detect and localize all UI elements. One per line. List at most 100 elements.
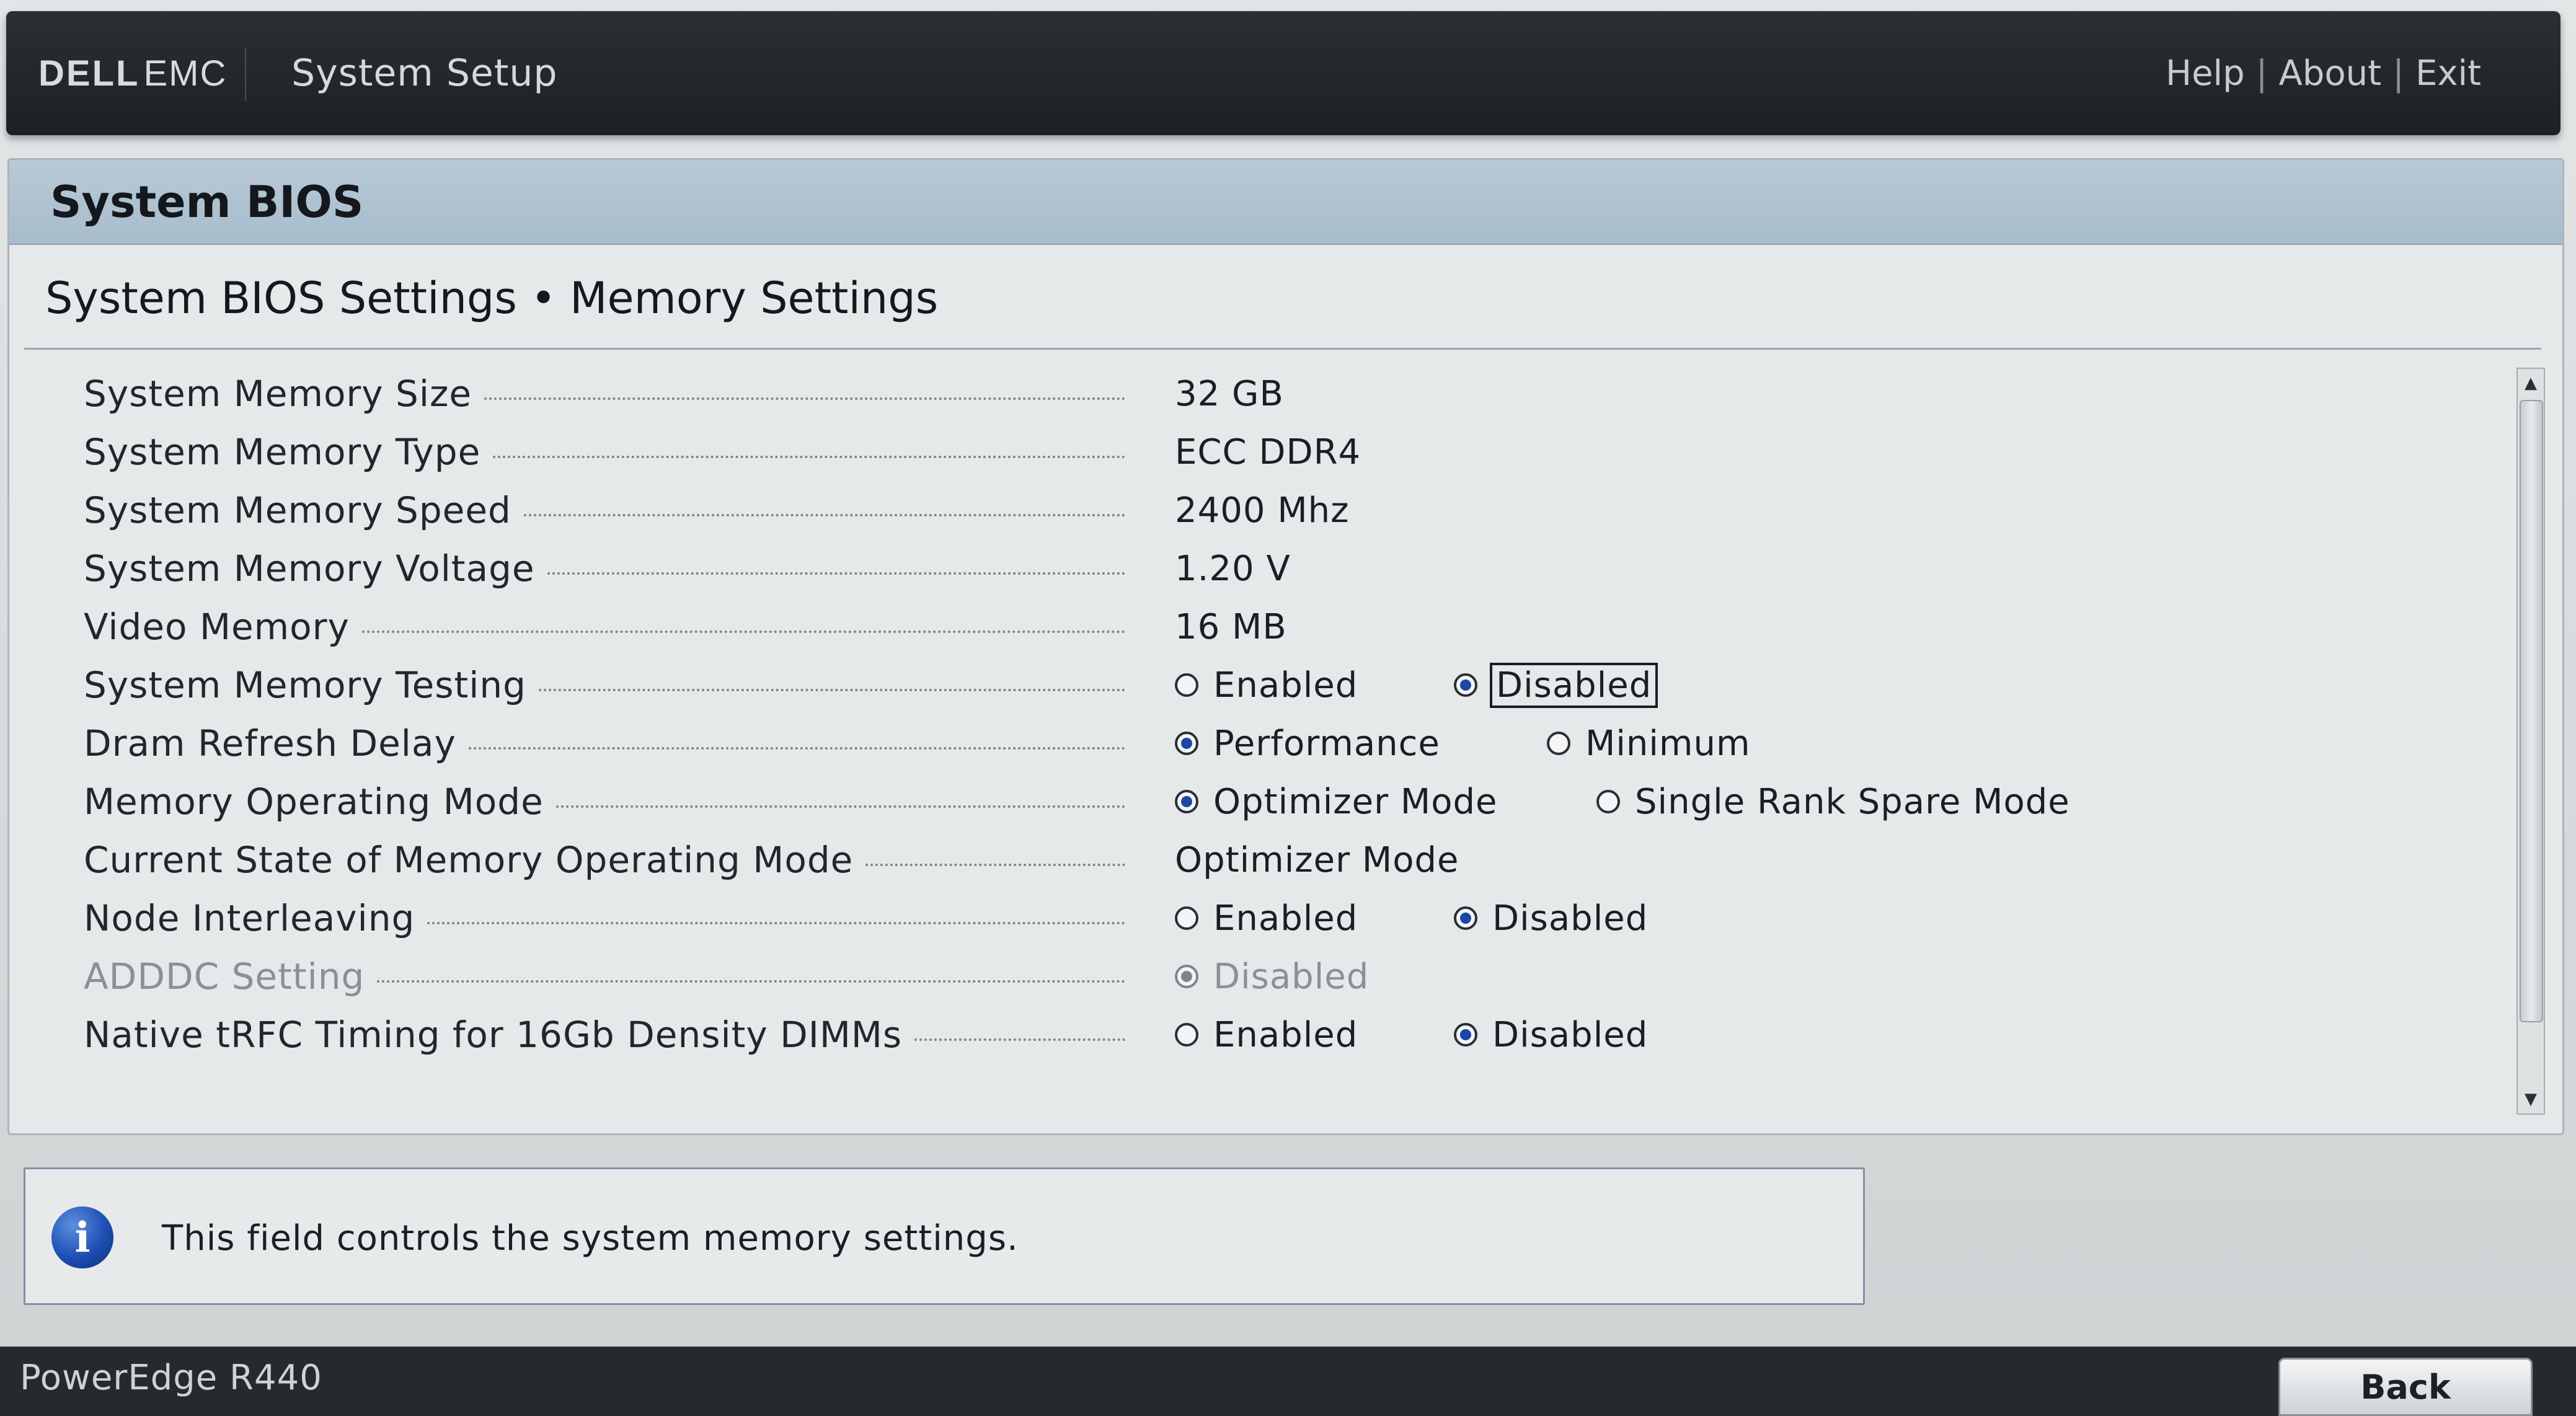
dotted-leader — [555, 805, 1125, 808]
dotted-leader — [377, 980, 1125, 983]
radio-label: Enabled — [1213, 1014, 1358, 1055]
setting-label-wrap: Dram Refresh Delay — [84, 714, 1125, 772]
setting-label: System Memory Type — [84, 431, 481, 473]
setting-row-video-memory: Video Memory 16 MB — [9, 598, 2526, 656]
dotted-leader — [538, 689, 1125, 691]
radio-label: Optimizer Mode — [1213, 781, 1498, 822]
radio-selected-icon[interactable] — [1175, 732, 1198, 755]
setting-value: ECC DDR4 — [1175, 431, 1361, 472]
exit-link[interactable]: Exit — [2404, 53, 2492, 94]
setting-label-wrap: System Memory Type — [84, 423, 1125, 481]
setting-label-wrap: System Memory Testing — [84, 656, 1125, 714]
setting-label: ADDDC Setting — [84, 955, 365, 998]
scroll-thumb[interactable] — [2520, 400, 2543, 1022]
server-model: PowerEdge R440 — [20, 1357, 322, 1398]
setting-value: 2400 Mhz — [1175, 490, 1350, 531]
radio-selected-icon[interactable] — [1454, 673, 1477, 697]
radio-unselected-icon[interactable] — [1596, 790, 1620, 813]
settings-scrollbar[interactable]: ▲ ▼ — [2516, 368, 2545, 1115]
back-button[interactable]: Back — [2278, 1358, 2533, 1416]
setting-row-memory-voltage: System Memory Voltage 1.20 V — [9, 539, 2526, 598]
radio-unselected-icon[interactable] — [1175, 673, 1198, 697]
system-setup-screen: DELL EMC System Setup Help | About | Exit… — [0, 0, 2576, 1416]
dotted-leader — [427, 922, 1125, 924]
breadcrumb: System BIOS Settings • Memory Settings — [45, 273, 938, 324]
radio-label: Minimum — [1585, 723, 1751, 764]
breadcrumb-bullet: • — [530, 273, 557, 324]
radio-optimizer-mode[interactable]: Optimizer Mode — [1175, 782, 1498, 822]
logo-emc: EMC — [143, 53, 228, 94]
setting-row-memory-type: System Memory Type ECC DDR4 — [9, 423, 2526, 481]
logo-dell: DELL — [38, 53, 140, 94]
setting-row-dram-refresh-delay: Dram Refresh Delay Performance Minimum — [9, 714, 2526, 772]
app-title: System Setup — [291, 51, 558, 95]
info-icon: i — [51, 1206, 113, 1268]
setting-label-wrap: ADDDC Setting — [84, 947, 1125, 1006]
setting-value: 1.20 V — [1175, 548, 1291, 589]
dotted-leader — [523, 514, 1125, 516]
help-info-box: i This field controls the system memory … — [24, 1167, 1865, 1305]
radio-performance[interactable]: Performance — [1175, 723, 1440, 764]
radio-disabled[interactable]: Disabled — [1454, 662, 1658, 708]
breadcrumb-divider — [24, 348, 2541, 350]
panel-header: System BIOS — [9, 160, 2562, 245]
about-link[interactable]: About — [2268, 53, 2393, 94]
setting-value: Optimizer Mode — [1175, 839, 1459, 880]
setting-row-native-trfc: Native tRFC Timing for 16Gb Density DIMM… — [9, 1006, 2526, 1064]
setting-row-memory-operating-mode: Memory Operating Mode Optimizer Mode Sin… — [9, 772, 2526, 831]
setting-label: System Memory Size — [84, 373, 472, 415]
radio-selected-icon[interactable] — [1175, 790, 1198, 813]
help-link[interactable]: Help — [2154, 53, 2256, 94]
scroll-down-arrow-icon[interactable]: ▼ — [2518, 1085, 2544, 1113]
radio-selected-icon[interactable] — [1454, 906, 1477, 930]
setting-label: System Memory Speed — [84, 489, 511, 531]
dotted-leader — [484, 397, 1125, 400]
setting-label: Native tRFC Timing for 16Gb Density DIMM… — [84, 1014, 903, 1056]
dotted-leader — [914, 1038, 1125, 1041]
link-separator: | — [2255, 53, 2268, 94]
breadcrumb-parent: System BIOS Settings — [45, 273, 517, 324]
setting-label: System Memory Voltage — [84, 547, 535, 590]
radio-label: Performance — [1213, 723, 1440, 764]
dotted-leader — [865, 864, 1125, 866]
header-links: Help | About | Exit — [2154, 11, 2492, 135]
setting-row-memory-speed: System Memory Speed 2400 Mhz — [9, 481, 2526, 539]
radio-label: Disabled — [1213, 956, 1370, 997]
setting-label-wrap: System Memory Speed — [84, 481, 1125, 539]
radio-unselected-icon[interactable] — [1547, 732, 1570, 755]
dotted-leader — [493, 456, 1125, 458]
setting-label: Node Interleaving — [84, 897, 415, 939]
radio-label: Disabled — [1492, 898, 1649, 939]
setting-label-wrap: Native tRFC Timing for 16Gb Density DIMM… — [84, 1006, 1125, 1064]
setting-row-adddc: ADDDC Setting Disabled — [9, 947, 2526, 1006]
link-separator: | — [2392, 53, 2404, 94]
setting-label: Current State of Memory Operating Mode — [84, 839, 854, 881]
setting-row-memory-testing: System Memory Testing Enabled Disabled — [9, 656, 2526, 714]
radio-label: Enabled — [1213, 898, 1358, 939]
radio-unselected-icon[interactable] — [1175, 906, 1198, 930]
radio-unselected-icon[interactable] — [1175, 1023, 1198, 1047]
radio-label: Single Rank Spare Mode — [1635, 781, 2070, 822]
main-panel: System BIOS System BIOS Settings • Memor… — [7, 158, 2564, 1135]
setting-label-wrap: System Memory Voltage — [84, 539, 1125, 598]
radio-selected-icon[interactable] — [1454, 1023, 1477, 1047]
radio-enabled[interactable]: Enabled — [1175, 898, 1358, 939]
setting-label: Video Memory — [84, 606, 350, 648]
dell-emc-logo: DELL EMC — [38, 11, 227, 135]
scroll-up-arrow-icon[interactable]: ▲ — [2518, 369, 2544, 397]
header-divider — [245, 48, 246, 101]
setting-value: 16 MB — [1175, 606, 1287, 647]
radio-disabled[interactable]: Disabled — [1454, 898, 1648, 939]
radio-minimum[interactable]: Minimum — [1547, 723, 1751, 764]
panel-title: System BIOS — [50, 176, 364, 228]
radio-disabled[interactable]: Disabled — [1454, 1015, 1648, 1055]
radio-disabled-greyed: Disabled — [1175, 957, 1369, 997]
setting-label: Memory Operating Mode — [84, 781, 544, 823]
setting-label-wrap: Memory Operating Mode — [84, 772, 1125, 831]
footer-bar: PowerEdge R440 Back — [0, 1347, 2576, 1416]
radio-enabled[interactable]: Enabled — [1175, 665, 1358, 706]
radio-single-rank-spare-mode[interactable]: Single Rank Spare Mode — [1596, 782, 2070, 822]
radio-label-focused: Disabled — [1489, 662, 1658, 708]
radio-enabled[interactable]: Enabled — [1175, 1015, 1358, 1055]
dotted-leader — [361, 631, 1125, 633]
